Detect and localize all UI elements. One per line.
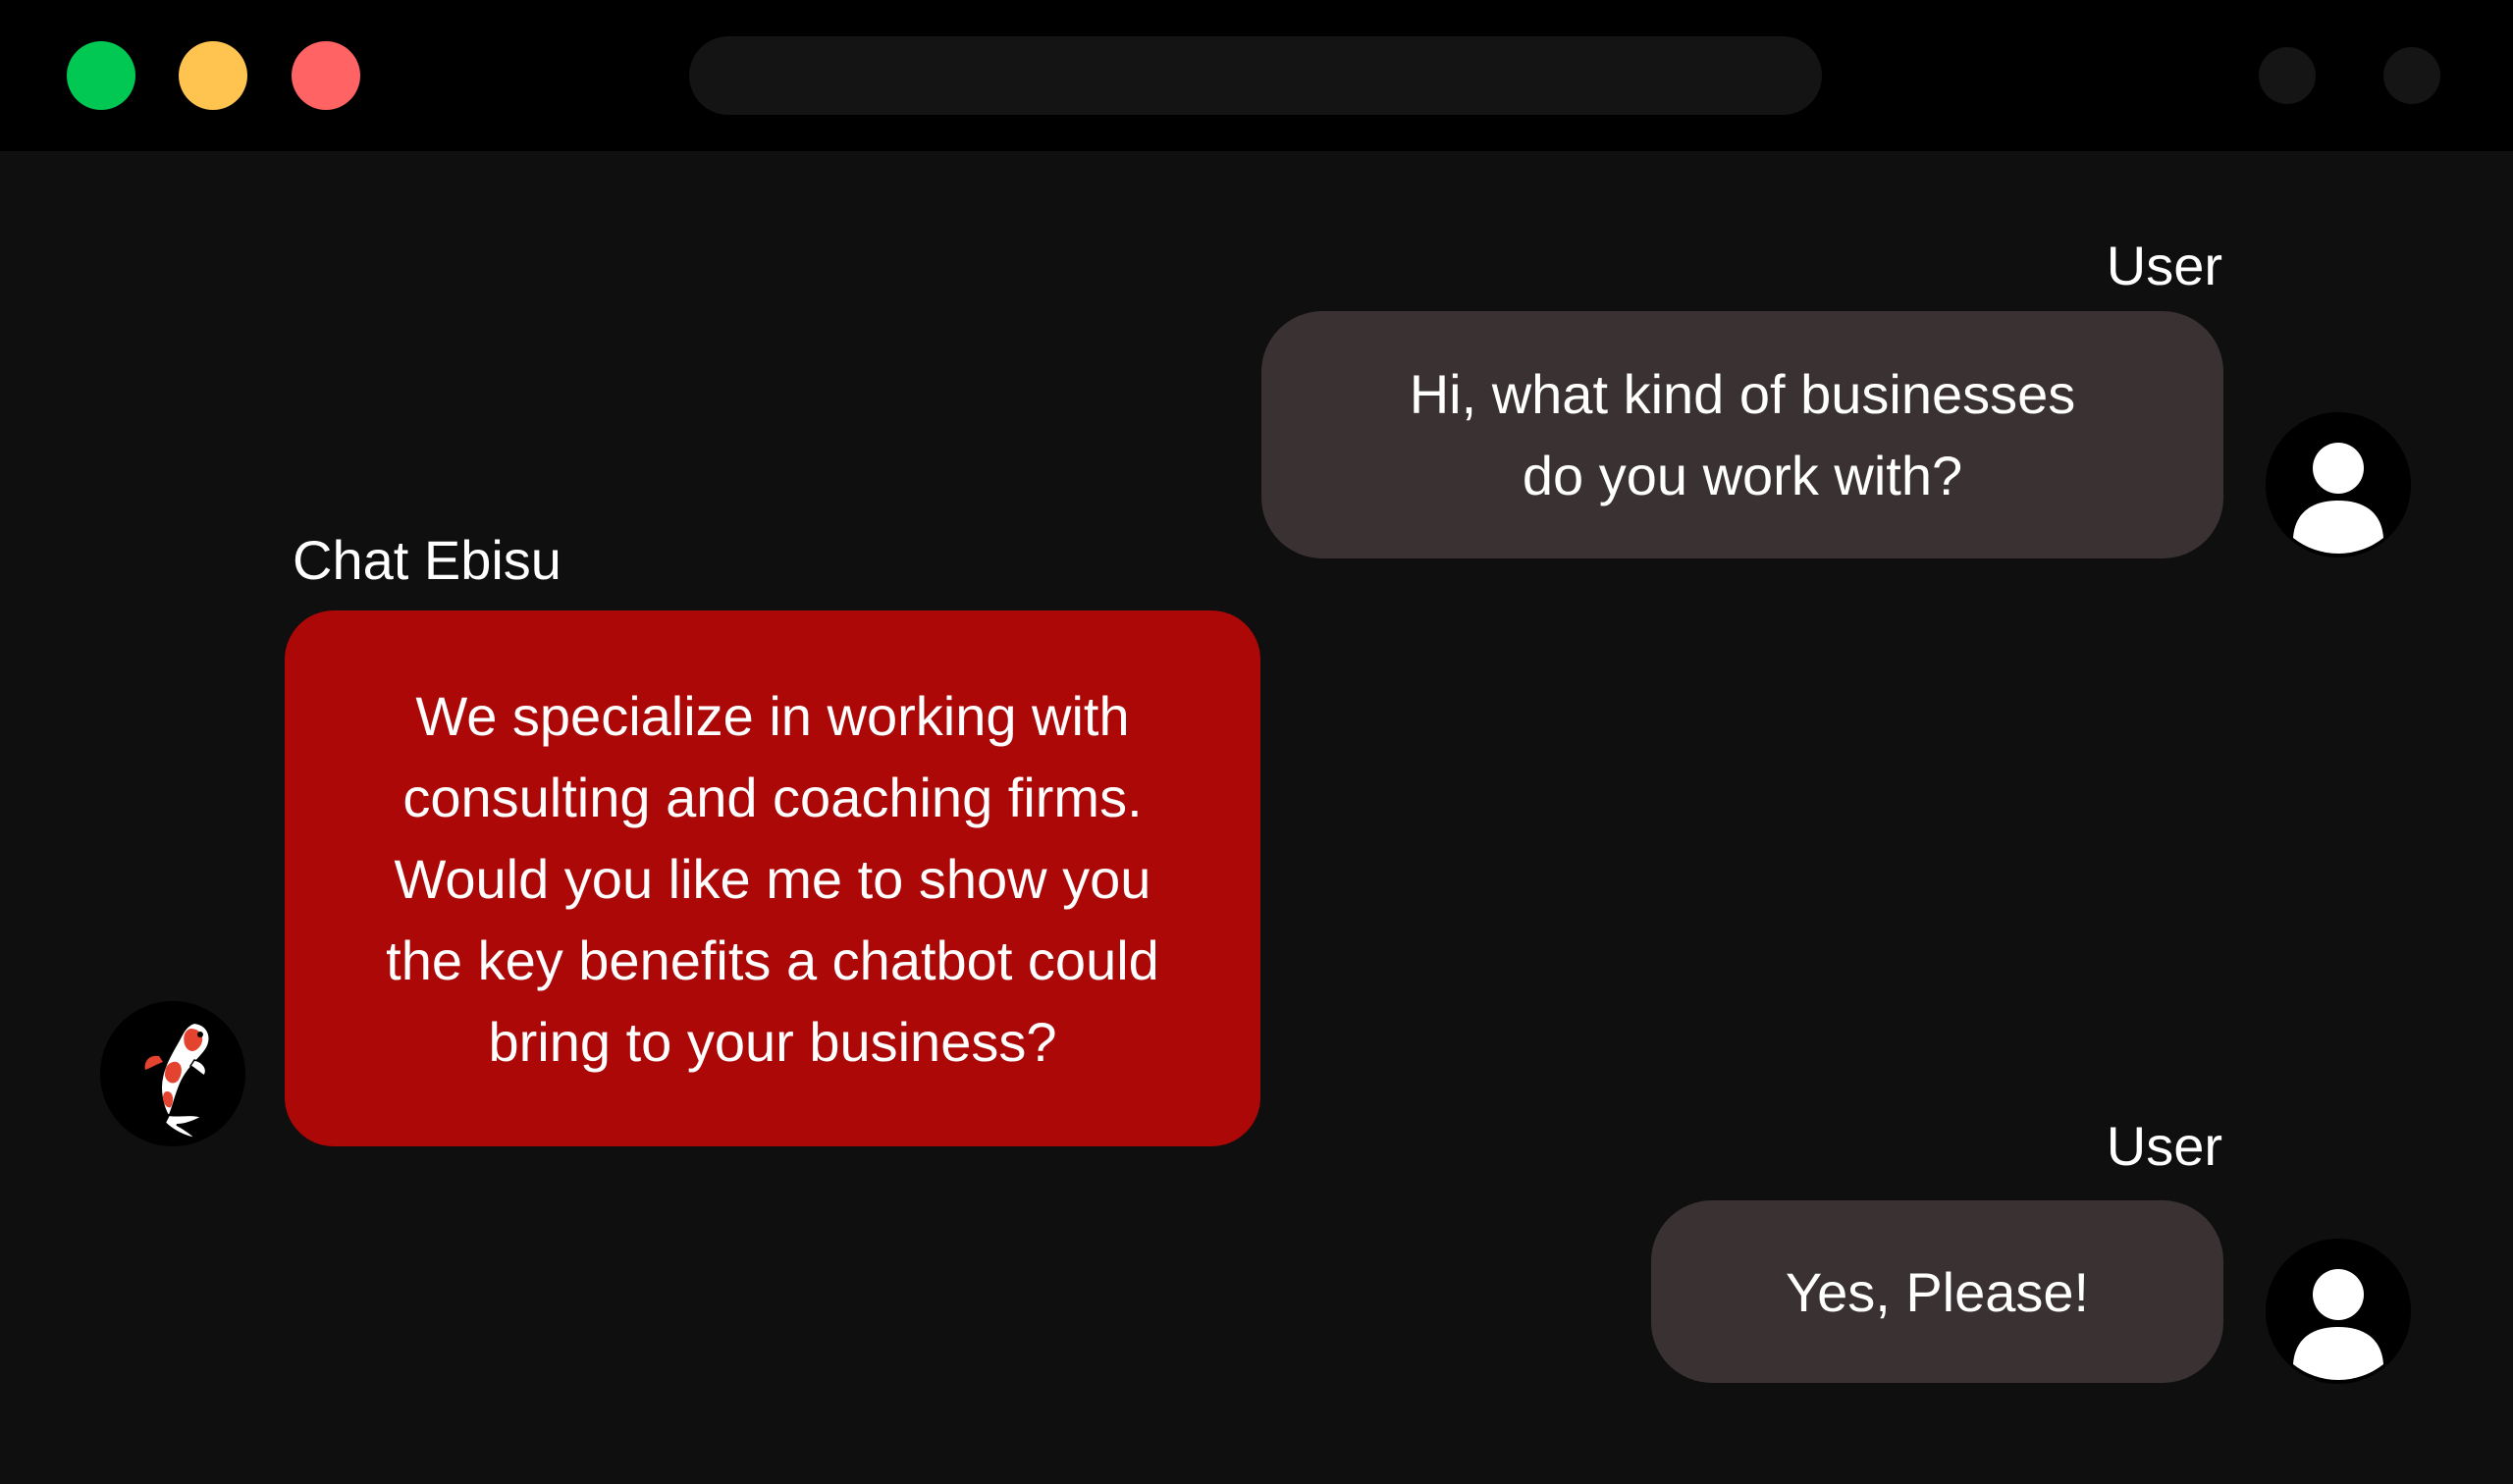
message-text: Yes, Please!	[1785, 1260, 2090, 1323]
user-icon	[2266, 412, 2411, 557]
koi-fish-icon	[100, 1001, 245, 1146]
message-text: We specialize in working with consulting…	[386, 684, 1159, 1073]
bot-avatar	[100, 1001, 245, 1146]
title-bar	[0, 0, 2513, 151]
close-button[interactable]	[292, 41, 360, 110]
user-message-bubble: Hi, what kind of businesses do you work …	[1261, 311, 2223, 558]
user-avatar	[2266, 412, 2411, 557]
user-icon	[2266, 1239, 2411, 1384]
message-text: Hi, what kind of businesses do you work …	[1409, 363, 2076, 506]
sender-label-bot: Chat Ebisu	[293, 529, 561, 591]
chat-window: User Hi, what kind of businesses do you …	[0, 0, 2513, 1484]
toolbar-button-1[interactable]	[2259, 47, 2316, 104]
sender-label-user: User	[2106, 1115, 2222, 1177]
minimize-button[interactable]	[179, 41, 247, 110]
bot-message-bubble: We specialize in working with consulting…	[285, 610, 1260, 1146]
address-bar[interactable]	[689, 36, 1822, 115]
maximize-button[interactable]	[67, 41, 135, 110]
user-avatar	[2266, 1239, 2411, 1384]
user-message-bubble: Yes, Please!	[1651, 1200, 2223, 1383]
toolbar-button-2[interactable]	[2383, 47, 2440, 104]
sender-label-user: User	[2106, 235, 2222, 296]
